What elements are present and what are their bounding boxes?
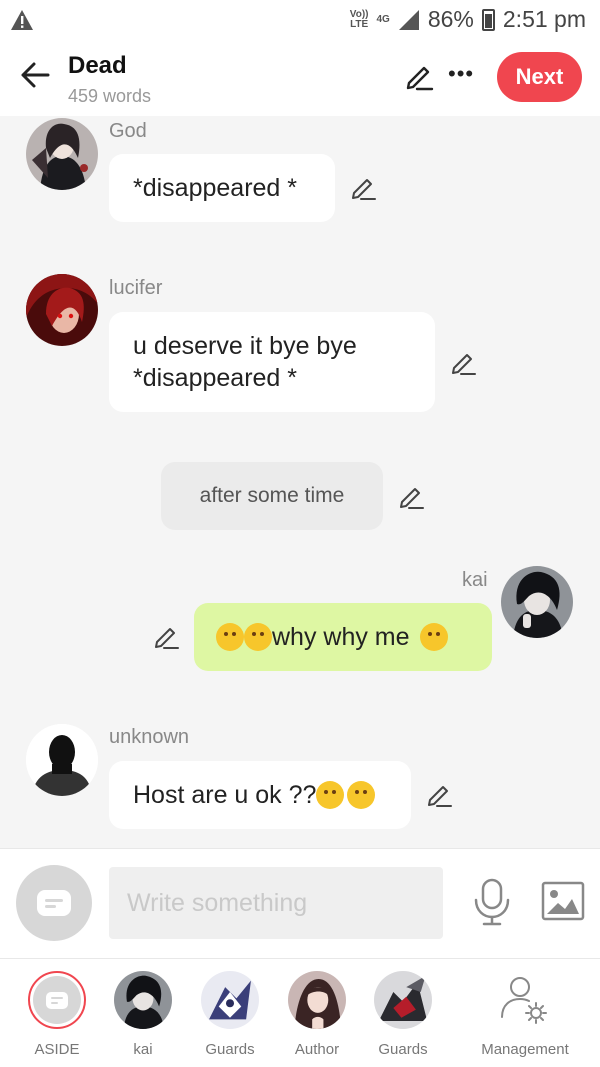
- sender-name: unknown: [109, 726, 190, 748]
- message-text-line: *disappeared *: [133, 364, 298, 392]
- character-guards-2[interactable]: Guards: [363, 971, 443, 1058]
- character-label: Guards: [205, 1041, 255, 1058]
- more-dots-icon[interactable]: •••: [448, 63, 474, 85]
- user-gear-icon: [501, 977, 547, 1024]
- warning-icon: [11, 10, 33, 30]
- message-input[interactable]: [109, 867, 443, 939]
- message-bubble-own[interactable]: why why me: [194, 603, 492, 671]
- battery-percent: 86%: [427, 6, 474, 32]
- pencil-icon[interactable]: [350, 175, 376, 201]
- word-count: 459 words: [68, 86, 152, 106]
- character-aside[interactable]: ASIDE: [17, 971, 97, 1058]
- message-text-line: u deserve it bye bye: [133, 332, 357, 360]
- character-guards[interactable]: Guards: [190, 971, 270, 1058]
- pencil-icon[interactable]: [153, 624, 179, 650]
- status-bar: Vo)) LTE 4G 86% 2:51 pm: [0, 0, 600, 42]
- signal-icon: [398, 9, 419, 30]
- character-label: Guards: [378, 1041, 428, 1058]
- message-bubble[interactable]: *disappeared *: [109, 154, 335, 222]
- avatar-god[interactable]: [26, 118, 98, 190]
- avatar-kai[interactable]: [501, 566, 573, 638]
- character-avatar: [114, 971, 172, 1029]
- image-icon[interactable]: [540, 879, 586, 923]
- sender-name: God: [109, 120, 147, 142]
- message-bubble[interactable]: u deserve it bye bye *disappeared *: [109, 312, 435, 412]
- message-text: why why me: [272, 623, 410, 651]
- sneezing-emoji-icon: [419, 623, 448, 651]
- character-label: kai: [133, 1041, 153, 1058]
- signal-type: 4G: [376, 13, 390, 25]
- narration-text: after some time: [199, 484, 345, 507]
- story-title: Dead: [68, 52, 127, 79]
- crying-laughing-emoji-icon: [216, 623, 244, 651]
- crying-laughing-emoji-icon: [244, 623, 272, 651]
- character-label: Author: [294, 1041, 340, 1058]
- pencil-icon[interactable]: [426, 782, 452, 808]
- character-management[interactable]: Management: [478, 971, 572, 1058]
- microphone-icon[interactable]: [470, 877, 514, 927]
- aside-avatar: [28, 971, 86, 1029]
- network-indicator: Vo)) LTE: [349, 8, 369, 30]
- pencil-icon[interactable]: [404, 62, 434, 92]
- clock: 2:51 pm: [502, 6, 586, 32]
- character-kai[interactable]: kai: [103, 971, 183, 1058]
- chat-area[interactable]: God *disappeared * lucifer u deserve it …: [0, 116, 600, 848]
- character-label: ASIDE: [34, 1041, 80, 1058]
- editor-header: Dead 459 words ••• Next: [0, 42, 600, 116]
- aside-icon: [46, 991, 68, 1009]
- arrow-left-icon[interactable]: [18, 58, 52, 92]
- status-right: Vo)) LTE 4G 86% 2:51 pm: [350, 6, 586, 33]
- narration-bubble[interactable]: after some time: [161, 462, 383, 530]
- pencil-icon[interactable]: [450, 350, 476, 376]
- avatar-unknown[interactable]: [26, 724, 98, 796]
- aside-icon: [37, 890, 71, 916]
- worried-emoji-icon: [316, 781, 345, 809]
- pencil-icon[interactable]: [398, 484, 424, 510]
- character-avatar: [288, 971, 346, 1029]
- character-bar: ASIDE kai Guards Author Guards Managemen…: [0, 958, 600, 1067]
- character-avatar: [201, 971, 259, 1029]
- next-button[interactable]: Next: [497, 52, 582, 102]
- character-author[interactable]: Author: [277, 971, 357, 1058]
- sender-name: lucifer: [109, 277, 163, 299]
- worried-emoji-icon: [347, 781, 376, 809]
- aside-toggle-button[interactable]: [16, 865, 92, 941]
- battery-icon: [481, 8, 495, 31]
- sender-name: kai: [462, 569, 488, 591]
- composer: [0, 848, 600, 958]
- message-bubble[interactable]: Host are u ok ??: [109, 761, 411, 829]
- character-label: Management: [481, 1041, 569, 1058]
- message-text: *disappeared *: [133, 174, 298, 202]
- avatar-lucifer[interactable]: [26, 274, 98, 346]
- message-text: Host are u ok ??: [133, 781, 317, 809]
- character-avatar: [374, 971, 432, 1029]
